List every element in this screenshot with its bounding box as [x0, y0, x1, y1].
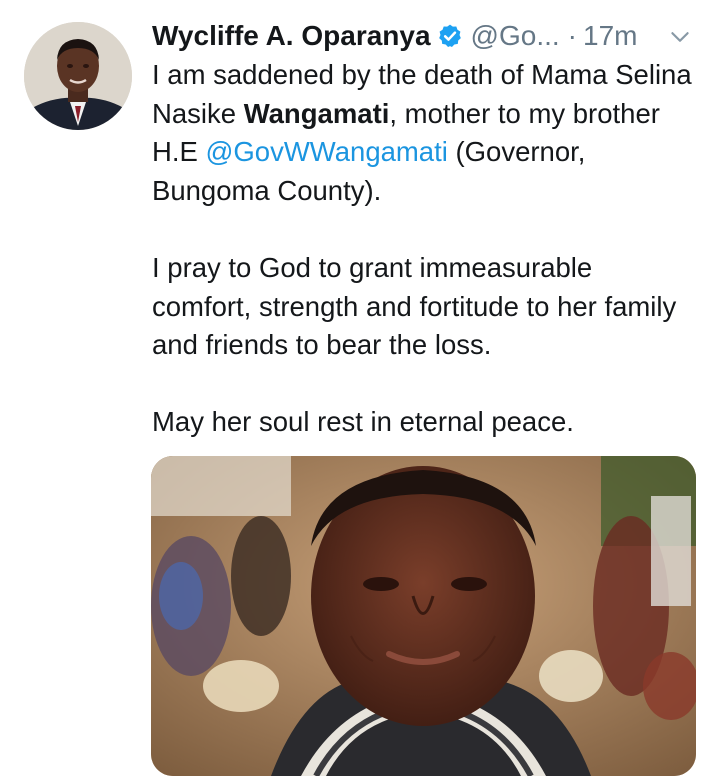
tweet-body: I am saddened by the death of Mama Selin…: [152, 56, 697, 442]
tweet-paragraph-1: I am saddened by the death of Mama Selin…: [152, 56, 697, 210]
tweet-paragraph-2: I pray to God to grant immeasurable comf…: [152, 251, 677, 361]
tweet-timestamp[interactable]: 17m: [583, 20, 637, 52]
author-avatar[interactable]: [24, 22, 132, 130]
tweet-header: Wycliffe A. Oparanya @Go... · 17m: [152, 16, 697, 56]
author-name[interactable]: Wycliffe A. Oparanya: [152, 20, 431, 52]
mention-link[interactable]: @GovWWangamati: [205, 136, 447, 167]
author-handle[interactable]: @Go...: [471, 20, 560, 52]
photo-image: [151, 456, 696, 776]
tweet-photo[interactable]: [151, 456, 696, 776]
verified-badge-icon: [437, 23, 463, 49]
chevron-down-icon[interactable]: [667, 24, 693, 50]
avatar-photo: [24, 22, 132, 130]
tweet-paragraph-3: May her soul rest in eternal peace.: [152, 406, 574, 438]
bold-keyword: Wangamati: [243, 97, 390, 129]
separator-dot: ·: [567, 20, 577, 51]
